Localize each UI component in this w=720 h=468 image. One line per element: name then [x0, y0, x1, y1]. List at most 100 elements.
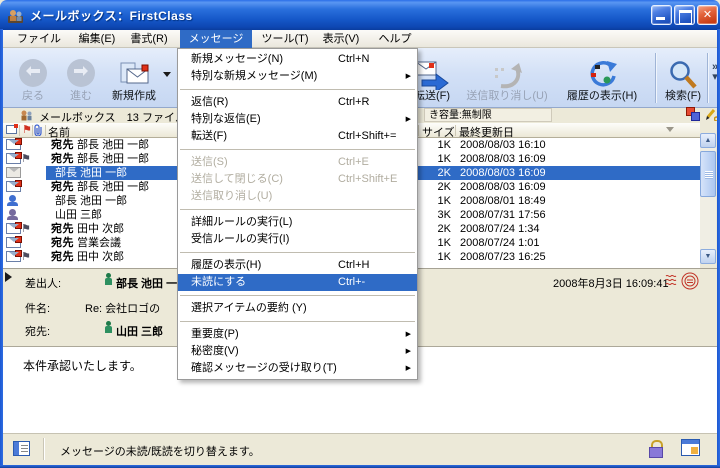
sort-direction-icon[interactable] [666, 127, 674, 136]
menubar-item[interactable]: 表示(V) [317, 30, 365, 48]
row-date: 2008/08/01 18:49 [460, 194, 546, 208]
menu-item-label: 特別な新規メッセージ(M) [191, 70, 317, 82]
menubar-item[interactable]: ヘルプ(H) [369, 30, 421, 48]
row-size: 1K [413, 194, 451, 208]
scroll-up-arrow-icon[interactable]: ▲ [700, 133, 716, 148]
menu-item-label: 重要度(P) [191, 328, 239, 340]
menu-item[interactable]: 詳細ルールの実行(L) [178, 214, 417, 231]
menu-item[interactable]: 秘密度(V) [178, 343, 417, 360]
row-size: 1K [413, 138, 451, 152]
menubar-item[interactable]: ツール(T) [259, 30, 311, 48]
menu-item[interactable]: 確認メッセージの受け取り(T) [178, 360, 417, 377]
person-icon [104, 321, 113, 334]
new-message-button[interactable]: 新規作成 [105, 51, 163, 105]
message-menu-dropdown: 新規メッセージ(N)Ctrl+N 特別な新規メッセージ(M) 返信(R)Ctrl+R… [177, 48, 418, 380]
list-scrollbar[interactable]: ▲ ▼ [700, 133, 716, 264]
window-title: メールボックス：FirstClass [30, 7, 193, 24]
quota-text: き容量:無制限 [424, 108, 552, 122]
menubar-item[interactable]: ファイル(F) [9, 30, 69, 48]
menu-separator [180, 295, 415, 296]
menu-item[interactable]: 特別な返信(E) [178, 111, 417, 128]
message-date: 2008年8月3日 16:09:41 [553, 275, 669, 291]
pane-toggle-icon[interactable] [13, 441, 30, 456]
menu-item-label: 未読にする [191, 276, 246, 288]
person-icon [6, 195, 21, 206]
menu-item-label: 送信(S) [191, 156, 228, 168]
scroll-down-arrow-icon[interactable]: ▼ [700, 249, 716, 264]
back-button-label: 戻る [22, 90, 44, 103]
row-size: 2K [413, 166, 451, 180]
preview-collapse-arrow-icon[interactable] [5, 272, 12, 282]
menu-item-label: 送信取り消し(U) [191, 190, 272, 202]
to-prefix: 宛先 [51, 223, 74, 235]
scrollbar-thumb[interactable] [700, 151, 716, 197]
row-size: 1K [413, 152, 451, 166]
menubar-item[interactable]: 編集(E) [73, 30, 121, 48]
row-size: 2K [413, 222, 451, 236]
search-button[interactable]: 検索(F) [661, 51, 705, 105]
row-date: 2008/07/31 17:56 [460, 208, 546, 222]
forward-button-label: 進む [70, 90, 92, 103]
menu-item-label: 詳細ルールの実行(L) [191, 216, 292, 228]
menu-item[interactable]: 重要度(P) [178, 326, 417, 343]
back-button: 戻る [11, 51, 55, 105]
history-circular-arrow-icon [583, 60, 621, 90]
layout-panel-icon[interactable] [681, 439, 700, 456]
menu-item[interactable]: 返信(R)Ctrl+R [178, 94, 417, 111]
menu-item-shortcut: Ctrl+Shift+E [338, 171, 397, 188]
menubar-item[interactable]: 書式(R) [125, 30, 173, 48]
minimize-button[interactable] [651, 5, 672, 25]
mail-column-icon[interactable] [6, 125, 17, 134]
to-value[interactable]: 山田 三郎 [116, 323, 163, 339]
menu-item[interactable]: 未読にするCtrl+- [178, 274, 417, 291]
menu-item-label: 送信して閉じる(C) [191, 173, 283, 185]
menu-item-label: 受信ルールの実行(I) [191, 233, 289, 245]
mailbox-small-icon [19, 109, 34, 121]
postmark-stamp-icon [665, 271, 699, 291]
menu-item-shortcut: Ctrl+E [338, 154, 369, 171]
history-button[interactable]: 履歴の表示(H) [553, 51, 651, 105]
menu-item[interactable]: 新規メッセージ(N)Ctrl+N [178, 51, 417, 68]
menu-item-label: 秘密度(V) [191, 345, 239, 357]
menu-item-label: 確認メッセージの受け取り(T) [191, 362, 337, 374]
menu-item[interactable]: 特別な新規メッセージ(M) [178, 68, 417, 85]
row-date: 2008/07/24 1:01 [460, 236, 540, 250]
menu-item[interactable]: 受信ルールの実行(I) [178, 231, 417, 248]
row-size: 1K [413, 236, 451, 250]
menu-item-label: 選択アイテムの要約 (Y) [191, 302, 307, 314]
statusbar-message: メッセージの未読/既読を切り替えます。 [60, 443, 260, 459]
search-button-label: 検索(F) [665, 90, 701, 103]
to-prefix: 宛先 [51, 139, 74, 151]
to-prefix: 宛先 [51, 153, 74, 165]
paperclip-column-icon[interactable] [34, 124, 43, 136]
back-circle-arrow-icon [19, 59, 47, 87]
subject-value: Re: 会社ロゴの [85, 300, 160, 316]
maximize-button[interactable] [674, 5, 695, 25]
firstclass-mailbox-icon [7, 7, 24, 24]
menu-item: 送信して閉じる(C) Ctrl+Shift+E [178, 171, 417, 188]
mail-read-icon [6, 167, 21, 178]
menu-item: 送信取り消し(U) [178, 188, 417, 205]
close-button[interactable] [697, 5, 718, 25]
menu-item[interactable]: 履歴の表示(H)Ctrl+H [178, 257, 417, 274]
mail-unread-icon [6, 153, 21, 164]
new-message-dropdown-arrow-icon[interactable] [163, 72, 171, 81]
mail-unread-icon [6, 139, 21, 150]
view-squares-icon[interactable] [686, 107, 702, 122]
menu-item[interactable]: 選択アイテムの要約 (Y) [178, 300, 417, 317]
toolbar-separator [655, 53, 657, 103]
row-date: 2008/08/03 16:10 [460, 138, 546, 152]
person-icon [104, 273, 113, 286]
row-date: 2008/08/03 16:09 [460, 152, 546, 166]
menu-item[interactable]: 転送(F)Ctrl+Shift+= [178, 128, 417, 145]
to-prefix: 宛先 [51, 251, 74, 263]
subject-label: 件名: [25, 300, 50, 316]
row-date: 2008/08/03 16:09 [460, 180, 546, 194]
row-date: 2008/07/24 1:34 [460, 222, 540, 236]
to-prefix: 宛先 [51, 237, 74, 249]
flag-column-icon[interactable] [22, 123, 32, 137]
flag-icon [21, 222, 31, 236]
row-size: 1K [413, 250, 451, 264]
menu-item: 送信(S) Ctrl+E [178, 154, 417, 171]
menubar-item[interactable]: メッセージ(M) [180, 30, 252, 48]
